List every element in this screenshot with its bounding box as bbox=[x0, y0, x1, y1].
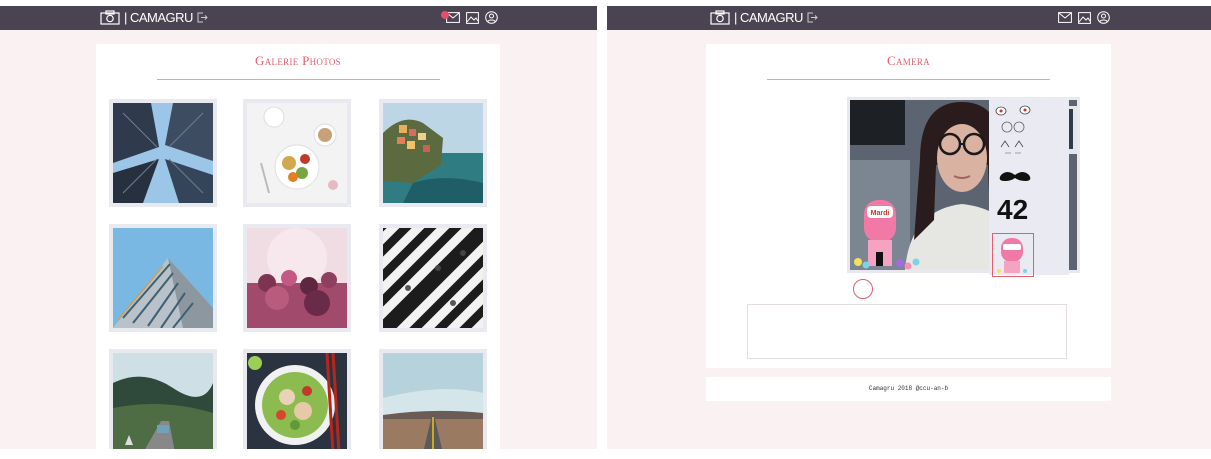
filter-mustache[interactable] bbox=[995, 169, 1035, 187]
filter-puppy-ears[interactable] bbox=[995, 103, 1035, 116]
profile-icon[interactable] bbox=[1097, 11, 1110, 24]
gallery-icon[interactable] bbox=[466, 11, 479, 24]
gallery-photo-breakfast[interactable] bbox=[243, 99, 351, 207]
page-title: Galerie Photos bbox=[255, 53, 341, 68]
gallery-icon[interactable] bbox=[1078, 11, 1091, 24]
mountain-road-image bbox=[113, 353, 213, 449]
puppy-ears-icon bbox=[995, 105, 1031, 116]
crosswalk-image bbox=[383, 228, 483, 328]
filter-cat-face[interactable] bbox=[995, 119, 1035, 159]
desert-road-image bbox=[383, 353, 483, 449]
42-logo-icon: 42 bbox=[997, 194, 1028, 225]
footer-text: Camagru 2018 @ccu-an-b bbox=[868, 385, 949, 392]
capture-button[interactable] bbox=[853, 279, 873, 299]
title-divider bbox=[767, 79, 1050, 80]
skyscrapers-image bbox=[113, 103, 213, 203]
salad-bowl-image bbox=[247, 353, 347, 449]
cat-face-icon bbox=[1000, 121, 1025, 154]
brand-name: | CAMAGRU bbox=[734, 10, 803, 25]
camera-card: Camera Mardi 42 bbox=[706, 44, 1111, 368]
gallery-card: Galerie Photos bbox=[96, 44, 500, 449]
breakfast-image bbox=[247, 103, 347, 203]
gallery-photo-mountain-road[interactable] bbox=[109, 349, 217, 449]
camera-icon bbox=[100, 10, 120, 25]
photo-preview-area bbox=[747, 304, 1067, 359]
logout-icon[interactable] bbox=[197, 12, 208, 23]
pyramid-building-image bbox=[113, 228, 213, 328]
cliff-town-image bbox=[383, 103, 483, 203]
camera-screen: | CAMAGRU Camera Mardi 42 Camagru 2018 @… bbox=[607, 6, 1211, 449]
gumball-icon bbox=[997, 238, 1027, 273]
top-navbar: | CAMAGRU bbox=[607, 6, 1211, 30]
filter-mardi-gumball[interactable] bbox=[992, 233, 1034, 277]
gallery-photo-crosswalk[interactable] bbox=[379, 224, 487, 332]
gallery-photo-pyramid-building[interactable] bbox=[109, 224, 217, 332]
mustache-icon bbox=[999, 172, 1031, 181]
gallery-photo-desert-road[interactable] bbox=[379, 349, 487, 449]
brand[interactable]: | CAMAGRU bbox=[100, 10, 208, 25]
top-navbar: | CAMAGRU bbox=[0, 6, 597, 30]
filter-42-label: 42 bbox=[997, 194, 1028, 223]
gallery-photo-color-festival[interactable] bbox=[243, 224, 351, 332]
gallery-photo-salad-bowl[interactable] bbox=[243, 349, 351, 449]
brand[interactable]: | CAMAGRU bbox=[710, 10, 818, 25]
page-title: Camera bbox=[887, 53, 930, 68]
title-divider bbox=[157, 79, 440, 80]
mail-button[interactable] bbox=[441, 11, 460, 23]
camera-icon bbox=[710, 10, 730, 25]
brand-name: | CAMAGRU bbox=[124, 10, 193, 25]
gumball-label: Mardi bbox=[871, 210, 890, 217]
gallery-photo-cliff-town[interactable] bbox=[379, 99, 487, 207]
profile-icon[interactable] bbox=[485, 11, 498, 24]
notification-badge bbox=[441, 11, 449, 19]
filter-picker: 42 bbox=[989, 97, 1069, 277]
footer: Camagru 2018 @ccu-an-b bbox=[706, 377, 1111, 401]
color-festival-image bbox=[247, 228, 347, 328]
gallery-photo-skyscrapers[interactable] bbox=[109, 99, 217, 207]
logout-icon[interactable] bbox=[807, 12, 818, 23]
mail-icon[interactable] bbox=[1058, 12, 1072, 23]
filter-42[interactable]: 42 bbox=[995, 193, 1035, 225]
gallery-screen: | CAMAGRU Galerie Photos bbox=[0, 6, 597, 449]
